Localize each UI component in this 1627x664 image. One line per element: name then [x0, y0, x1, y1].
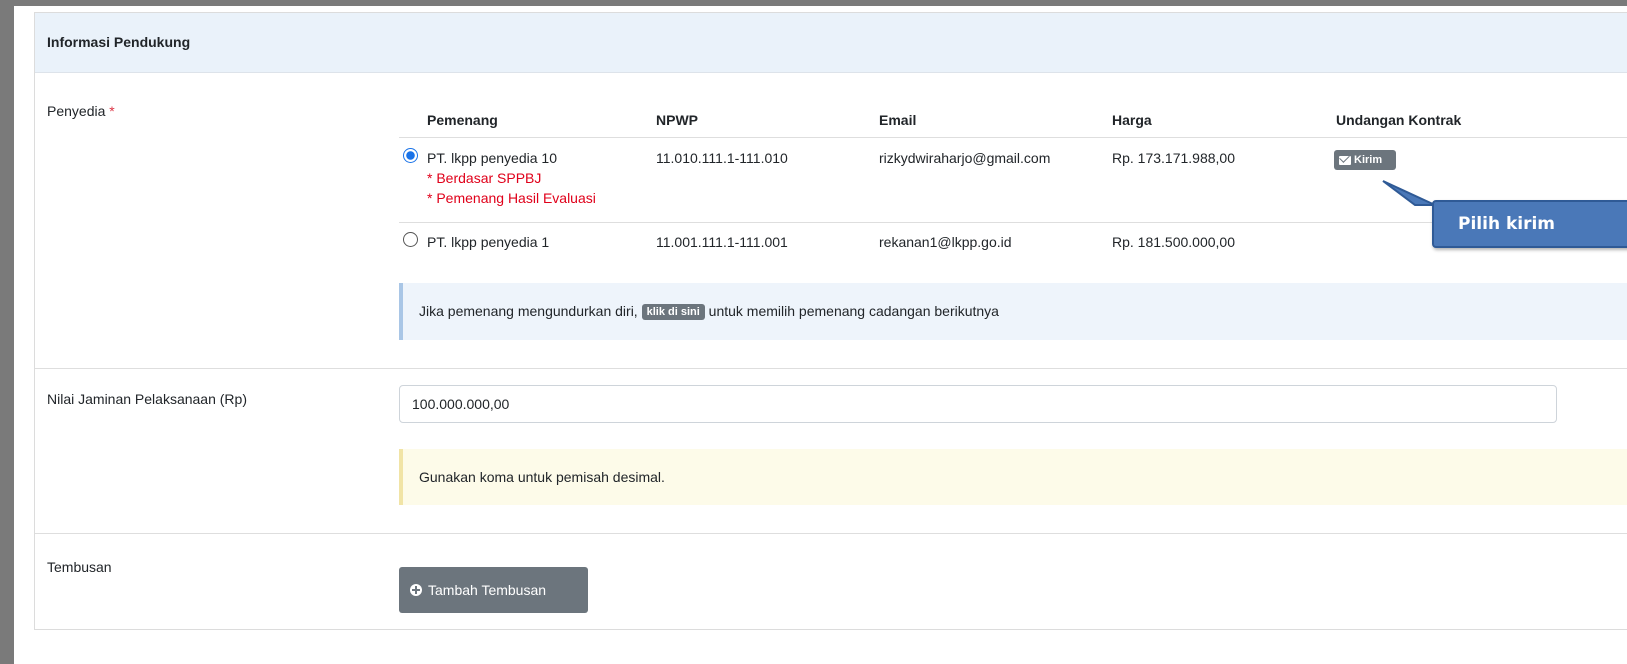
column-header-pemenang: Pemenang	[427, 112, 498, 128]
info-alert-text: Jika pemenang mengundurkan diri, klik di…	[419, 303, 999, 320]
envelope-icon	[1339, 155, 1351, 165]
provider-email: rekanan1@lkpp.go.id	[879, 234, 1012, 250]
provider-npwp: 11.001.111.1-111.001	[656, 234, 788, 250]
plus-circle-icon	[410, 584, 422, 596]
provider-name: PT. lkpp penyedia 10	[427, 150, 557, 166]
provider-note: * Pemenang Hasil Evaluasi	[427, 190, 596, 206]
row-divider	[35, 368, 1627, 369]
tambah-tembusan-label: Tambah Tembusan	[428, 582, 547, 598]
provider-name: PT. lkpp penyedia 1	[427, 234, 550, 250]
column-header-undangan-kontrak: Undangan Kontrak	[1336, 112, 1462, 128]
column-header-npwp: NPWP	[656, 112, 698, 128]
radio-winner-2[interactable]	[403, 232, 418, 247]
tambah-tembusan-button[interactable]: Tambah Tembusan	[399, 567, 588, 613]
jaminan-input[interactable]: 100.000.000,00	[399, 385, 1557, 423]
jaminan-label: Nilai Jaminan Pelaksanaan (Rp)	[47, 391, 247, 407]
provider-note: * Berdasar SPPBJ	[427, 170, 542, 186]
page: Informasi Pendukung Penyedia * Pemenang …	[14, 6, 1627, 664]
required-mark: *	[109, 103, 115, 119]
form-card: Informasi Pendukung Penyedia * Pemenang …	[34, 12, 1627, 630]
column-header-email: Email	[879, 112, 917, 128]
window-frame-left	[0, 0, 14, 664]
kirim-button[interactable]: Kirim	[1334, 150, 1396, 170]
jaminan-input-value: 100.000.000,00	[412, 396, 510, 412]
pilih-cadangan-link[interactable]: klik di sini	[641, 304, 705, 320]
hint-text: Gunakan koma untuk pemisah desimal.	[419, 469, 665, 485]
section-title: Informasi Pendukung	[47, 34, 191, 50]
radio-winner-1[interactable]	[403, 148, 418, 163]
provider-npwp: 11.010.111.1-111.010	[656, 150, 788, 166]
callout-annotation: Pilih kirim	[1432, 200, 1627, 248]
hint-alert: Gunakan koma untuk pemisah desimal.	[399, 449, 1627, 505]
table-header-divider	[399, 137, 1627, 138]
provider-email: rizkydwiraharjo@gmail.com	[879, 150, 1051, 166]
provider-harga: Rp. 173.171.988,00	[1112, 150, 1235, 166]
penyedia-label: Penyedia *	[47, 103, 115, 119]
column-header-harga: Harga	[1112, 112, 1152, 128]
callout-text: Pilih kirim	[1458, 214, 1556, 234]
tembusan-label: Tembusan	[47, 559, 112, 575]
kirim-button-label: Kirim	[1354, 154, 1383, 166]
provider-harga: Rp. 181.500.000,00	[1112, 234, 1235, 250]
row-divider	[35, 533, 1627, 534]
card-header: Informasi Pendukung	[35, 13, 1627, 73]
info-alert: Jika pemenang mengundurkan diri, klik di…	[399, 283, 1627, 340]
